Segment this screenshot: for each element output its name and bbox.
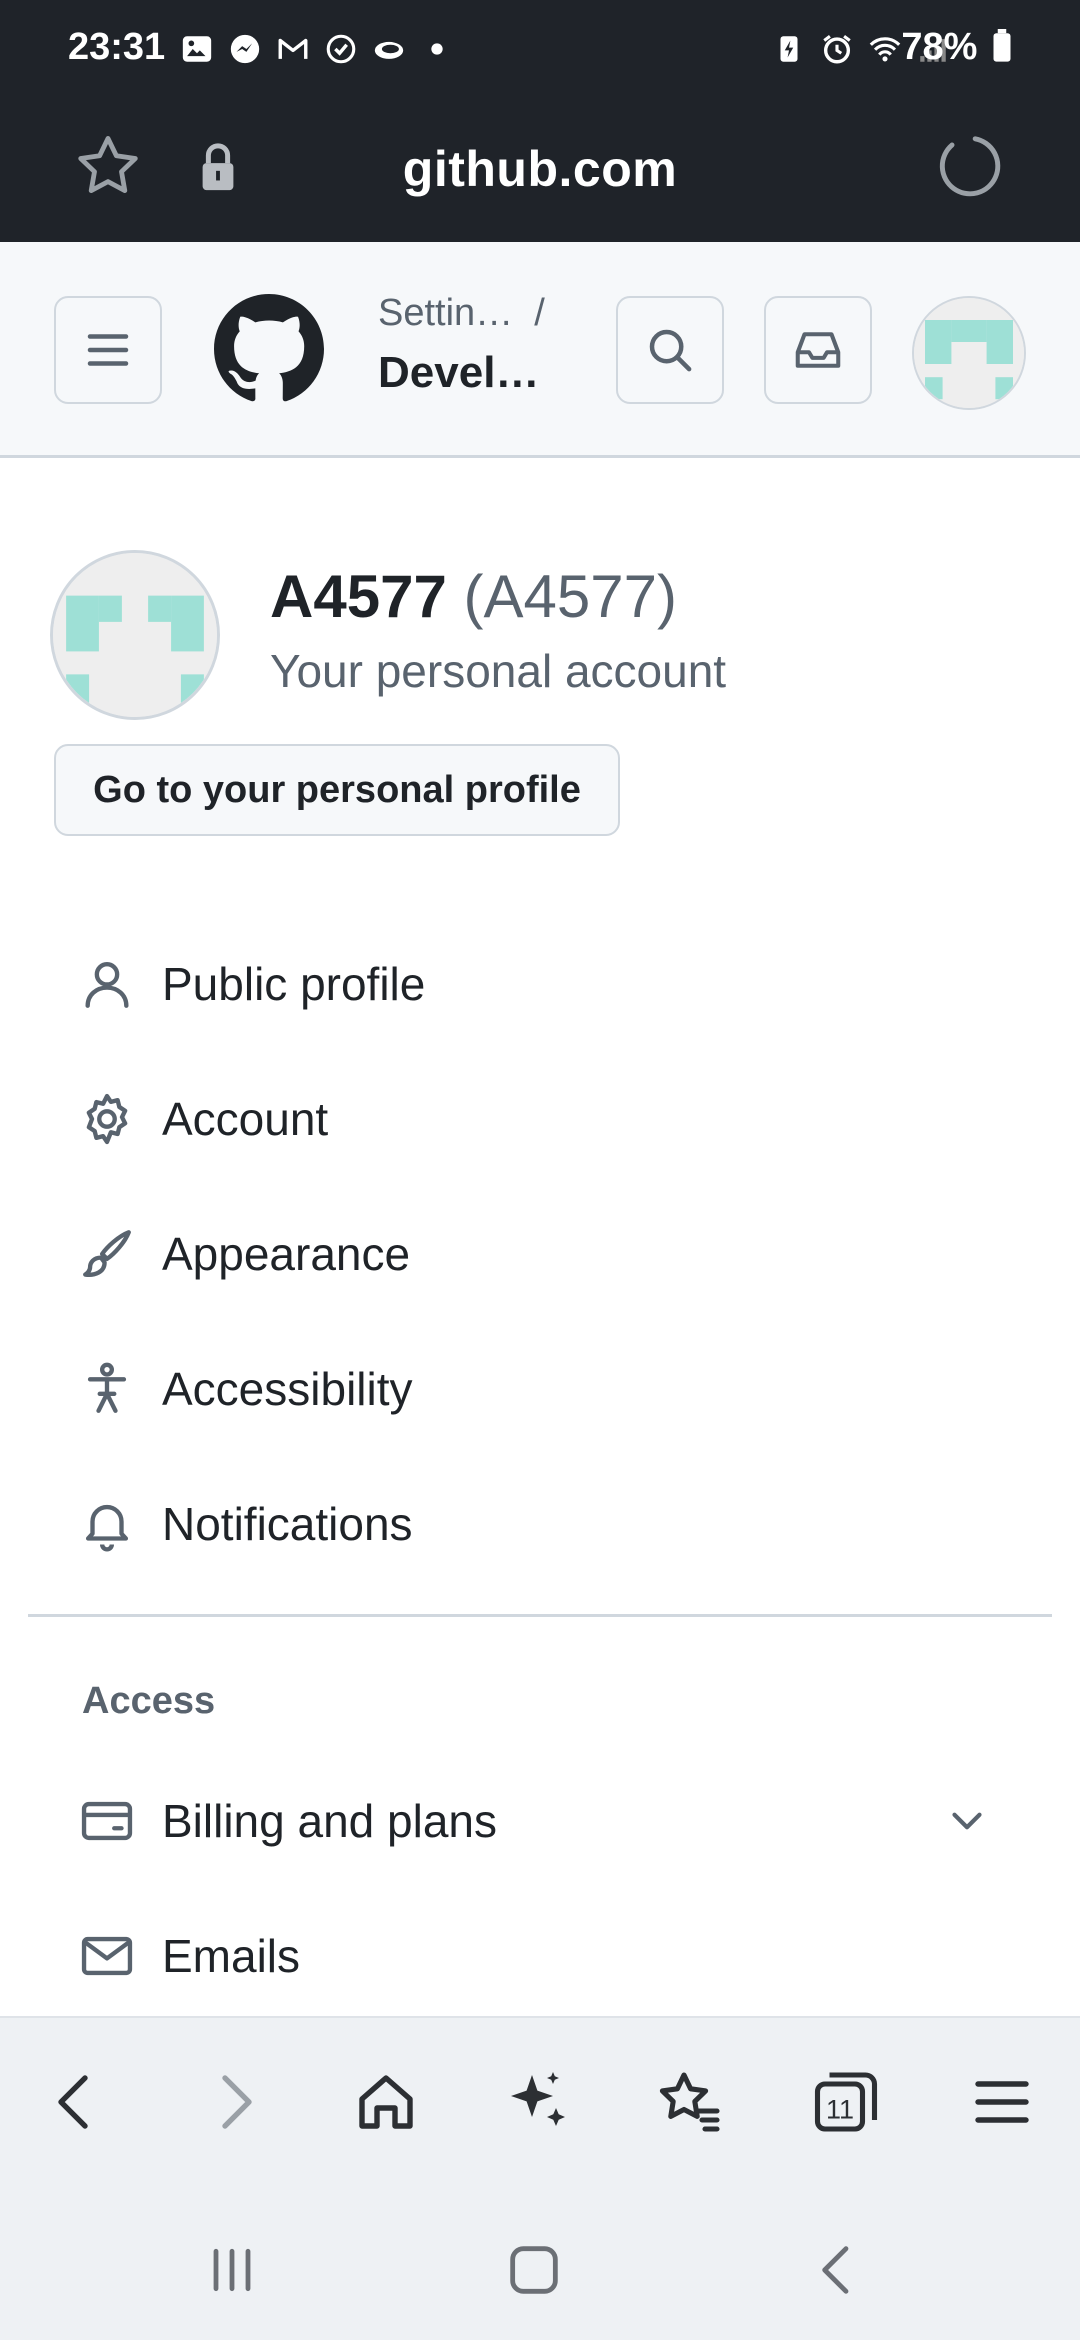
- mail-icon: [76, 1925, 138, 1987]
- bookmarks-icon: [659, 2072, 720, 2132]
- menu-icon: [975, 2081, 1029, 2123]
- status-bar: 23:31 78%: [0, 0, 1080, 104]
- bookmarks-button[interactable]: [646, 2058, 734, 2146]
- reload-icon[interactable]: [932, 128, 1006, 202]
- credit-card-icon: [76, 1790, 138, 1852]
- nav-item-notifications[interactable]: Notifications: [0, 1464, 1080, 1584]
- cloud-icon: [372, 32, 406, 66]
- nav-item-appearance[interactable]: Appearance: [0, 1194, 1080, 1314]
- battery-saver-icon: [772, 32, 806, 66]
- home-button[interactable]: [342, 2058, 430, 2146]
- section-divider: [28, 1614, 1052, 1617]
- system-back-icon: [822, 2246, 849, 2294]
- inbox-icon: [795, 332, 841, 368]
- identicon-avatar-large: [53, 553, 217, 717]
- battery-icon: [993, 29, 1011, 62]
- paintbrush-icon: [76, 1223, 138, 1285]
- nav-item-emails[interactable]: Emails: [0, 1896, 1080, 2016]
- inbox-button[interactable]: [764, 296, 872, 404]
- gear-icon: [76, 1088, 138, 1150]
- notification-icons: [180, 32, 454, 66]
- bell-icon: [76, 1493, 138, 1555]
- hamburger-menu-button[interactable]: [54, 296, 162, 404]
- account-login: (A4577): [463, 563, 677, 630]
- dot-icon: [420, 32, 454, 66]
- nav-item-billing-and-plans[interactable]: Billing and plans: [0, 1761, 1080, 1881]
- nav-item-public-profile[interactable]: Public profile: [0, 924, 1080, 1044]
- breadcrumb-separator: /: [534, 292, 545, 334]
- ai-sparkle-button[interactable]: [494, 2058, 582, 2146]
- browser-toolbar: 11: [0, 2016, 1080, 2188]
- forward-button[interactable]: [190, 2058, 278, 2146]
- browser-menu-button[interactable]: [958, 2058, 1046, 2146]
- task-check-icon: [324, 32, 358, 66]
- nav-item-label: Public profile: [162, 958, 426, 1010]
- nav-item-label: Account: [162, 1093, 329, 1145]
- nav-item-label: Appearance: [162, 1228, 411, 1280]
- url-text[interactable]: github.com: [0, 140, 1080, 198]
- nav-item-label: Billing and plans: [162, 1795, 498, 1847]
- wifi-icon: [868, 32, 902, 66]
- nav-item-label: Notifications: [162, 1498, 413, 1550]
- accessibility-icon: [76, 1358, 138, 1420]
- status-time: 23:31: [68, 26, 166, 68]
- forward-icon: [222, 2075, 252, 2129]
- account-avatar: [50, 550, 220, 720]
- breadcrumb-parent[interactable]: Settin… /: [378, 292, 545, 335]
- account-name: A4577 (A4577): [270, 563, 677, 630]
- nav-item-account[interactable]: Account: [0, 1059, 1080, 1179]
- browser-address-bar: github.com: [0, 104, 1080, 242]
- gallery-icon: [180, 32, 214, 66]
- back-button[interactable]: [32, 2058, 120, 2146]
- hamburger-icon: [87, 334, 129, 366]
- account-subtitle: Your personal account: [270, 645, 727, 697]
- person-icon: [76, 953, 138, 1015]
- breadcrumb-current[interactable]: Devel…: [378, 348, 539, 398]
- nav-item-accessibility[interactable]: Accessibility: [0, 1329, 1080, 1449]
- sparkle-icon: [511, 2072, 565, 2126]
- section-heading-access: Access: [82, 1680, 216, 1722]
- recent-apps-icon: [213, 2248, 251, 2292]
- search-button[interactable]: [616, 296, 724, 404]
- github-header: Settin… / Devel…: [0, 242, 1080, 458]
- tab-count: 11: [826, 2095, 854, 2125]
- nav-item-label: Emails: [162, 1930, 301, 1982]
- gmail-icon: [276, 32, 310, 66]
- identicon-avatar: [914, 298, 1024, 408]
- system-home-button[interactable]: [496, 2232, 572, 2308]
- messenger-icon: [228, 32, 262, 66]
- system-back-button[interactable]: [800, 2232, 876, 2308]
- search-icon: [649, 329, 692, 372]
- chevron-down-icon[interactable]: [942, 1796, 992, 1846]
- alarm-icon: [820, 32, 854, 66]
- user-avatar-button[interactable]: [912, 296, 1026, 410]
- nav-item-label: Accessibility: [162, 1363, 413, 1415]
- battery-percent: 78%: [901, 26, 1012, 69]
- square-home-icon: [510, 2246, 558, 2294]
- recent-apps-button[interactable]: [194, 2232, 270, 2308]
- tabs-icon: 11: [814, 2072, 878, 2132]
- home-icon: [359, 2075, 413, 2129]
- tabs-button[interactable]: 11: [802, 2058, 890, 2146]
- github-logo-icon[interactable]: [214, 294, 324, 404]
- back-icon: [58, 2075, 88, 2129]
- go-to-profile-button[interactable]: Go to your personal profile: [54, 744, 620, 836]
- system-navigation-bar: [0, 2188, 1080, 2340]
